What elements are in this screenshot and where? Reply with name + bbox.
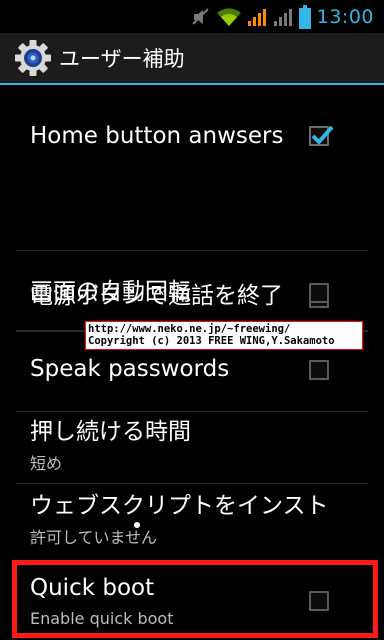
wifi-icon: [216, 6, 242, 28]
setting-label: Quick boot: [30, 575, 155, 601]
status-icons: 13:00: [190, 0, 384, 33]
setting-summary: Enable quick boot: [30, 609, 174, 628]
setting-label: Home button anwsers c: [30, 123, 286, 149]
battery-icon: [298, 4, 311, 29]
setting-quick-boot[interactable]: Quick boot Enable quick boot: [0, 561, 384, 640]
setting-touch-hold-delay[interactable]: 押し続ける時間 短め: [0, 411, 384, 491]
setting-power-end-call-content[interactable]: 電源ボタンで通話を終了: [0, 185, 384, 309]
setting-summary: 許可していません: [30, 528, 158, 547]
watermark-line-2: Copyright (c) 2013 FREE WING,Y.Sakamoto: [88, 335, 335, 347]
watermark: http://www.neko.ne.jp/~freewing/ Copyrig…: [85, 321, 363, 350]
setting-label: 押し続ける時間: [30, 419, 191, 445]
status-bar: 13:00: [0, 0, 384, 33]
setting-home-button[interactable]: Home button anwsers c: [0, 85, 384, 185]
signal-icon: [246, 6, 268, 28]
check-icon: [311, 125, 334, 145]
setting-label: Speak passwords: [30, 356, 230, 382]
action-bar: ユーザー補助: [0, 33, 384, 85]
checkbox-quick-boot[interactable]: [309, 591, 329, 611]
checkbox-auto-rotate[interactable]: [309, 283, 329, 303]
setting-summary: 短め: [30, 454, 63, 473]
page-title: ユーザー補助: [59, 47, 185, 71]
watermark-line-1: http://www.neko.ne.jp/~freewing/: [88, 323, 291, 335]
setting-label: 画面の自動回転: [30, 279, 191, 305]
touch-indicator: [134, 522, 140, 528]
gear-icon[interactable]: [14, 39, 52, 77]
status-clock: 13:00: [316, 5, 374, 28]
signal-icon-2: [272, 6, 294, 28]
checkbox-speak-passwords[interactable]: [309, 360, 329, 380]
mute-icon: [190, 6, 212, 28]
setting-label: ウェブスクリプトをインスト: [30, 493, 329, 519]
setting-install-web-scripts[interactable]: ウェブスクリプトをインスト 許可していません: [0, 483, 384, 561]
checkbox-home-button[interactable]: [309, 125, 334, 146]
